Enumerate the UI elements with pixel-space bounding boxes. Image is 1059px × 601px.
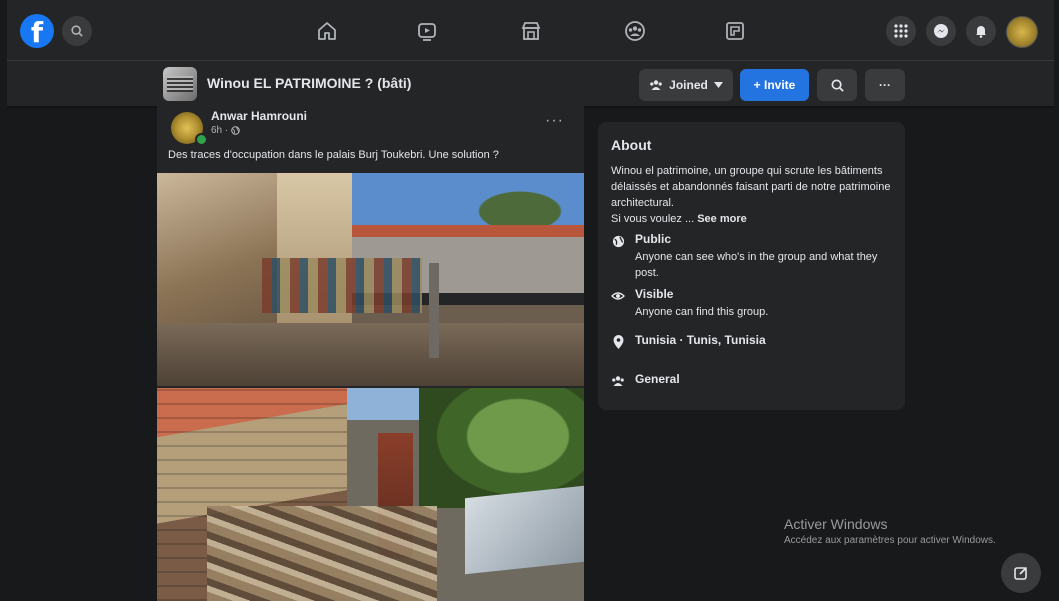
notifications-button[interactable]: [966, 16, 996, 46]
about-privacy-public: Public Anyone can see who's in the group…: [611, 232, 890, 281]
profile-avatar[interactable]: [1006, 16, 1038, 48]
watch-icon: [418, 23, 436, 41]
activation-watermark-subtitle: Accédez aux paramètres pour activer Wind…: [784, 535, 996, 546]
location-pin-icon: [613, 335, 623, 349]
eye-icon: [611, 292, 625, 300]
nav-watch[interactable]: [405, 13, 449, 49]
invite-button[interactable]: + Invite: [740, 69, 809, 101]
search-icon: [831, 79, 844, 92]
group-thumbnail[interactable]: [163, 67, 197, 101]
nav-groups[interactable]: [613, 13, 657, 49]
about-description-more: Si vous voulez ...: [611, 213, 698, 225]
notifications-icon: [976, 26, 986, 38]
members-icon: [650, 80, 662, 90]
globe-icon: [231, 126, 241, 135]
about-description-text: Winou el patrimoine, un groupe qui scrut…: [611, 165, 891, 209]
caret-down-icon: [713, 82, 723, 88]
group-header-bar: Winou EL PATRIMOINE ? (bâti) Joined + In…: [7, 61, 1054, 106]
groups-icon: [625, 21, 645, 41]
nav-marketplace[interactable]: [509, 13, 553, 49]
search-icon: [71, 25, 83, 37]
compose-icon: [1014, 566, 1028, 580]
app-window: f Winou EL PATRIMOINE ? (bâti) Joined + …: [7, 0, 1054, 601]
facebook-logo[interactable]: f: [20, 14, 54, 49]
nav-home[interactable]: [305, 13, 349, 49]
category-text: General: [635, 372, 680, 386]
visible-description: Anyone can find this group.: [635, 306, 769, 318]
post-time-text: 6h ·: [211, 125, 229, 136]
location-text[interactable]: Tunisia · Tunis, Tunisia: [635, 333, 766, 350]
menu-button[interactable]: [886, 16, 916, 46]
members-icon: [612, 376, 624, 386]
see-more-link[interactable]: See more: [697, 213, 747, 225]
marketplace-icon: [521, 22, 541, 40]
menu-grid-icon: [894, 24, 908, 38]
visible-title: Visible: [635, 287, 674, 301]
home-icon: [318, 22, 336, 40]
search-button[interactable]: [62, 16, 92, 46]
about-title: About: [611, 137, 652, 153]
about-location: Tunisia · Tunis, Tunisia: [611, 333, 766, 350]
messenger-icon: [934, 24, 948, 38]
post-options-button[interactable]: ···: [545, 112, 564, 130]
public-title: Public: [635, 232, 672, 246]
group-search-button[interactable]: [817, 69, 857, 101]
gaming-icon: [726, 22, 744, 40]
post-photo-2[interactable]: [157, 388, 584, 601]
about-visibility: Visible Anyone can find this group.: [611, 287, 890, 320]
post-card: Anwar Hamrouni 6h · ··· Des traces d'occ…: [157, 106, 584, 601]
online-status-dot: [195, 133, 208, 146]
new-message-button[interactable]: [1001, 553, 1041, 593]
about-category: General: [611, 372, 680, 389]
post-timestamp[interactable]: 6h ·: [211, 125, 241, 136]
post-author-name[interactable]: Anwar Hamrouni: [211, 109, 307, 123]
post-text: Des traces d'occupation dans le palais B…: [168, 149, 499, 161]
messenger-button[interactable]: [926, 16, 956, 46]
activation-watermark-title: Activer Windows: [784, 516, 888, 532]
about-card: About Winou el patrimoine, un groupe qui…: [598, 122, 905, 410]
about-description: Winou el patrimoine, un groupe qui scrut…: [611, 163, 896, 227]
group-more-button[interactable]: ···: [865, 69, 905, 101]
nav-gaming[interactable]: [713, 13, 757, 49]
invite-label: + Invite: [753, 78, 796, 92]
post-photo-1[interactable]: [157, 173, 584, 386]
globe-icon: [612, 235, 624, 247]
group-title[interactable]: Winou EL PATRIMOINE ? (bâti): [207, 75, 411, 91]
more-icon: ···: [879, 78, 891, 92]
joined-button[interactable]: Joined: [639, 69, 733, 101]
joined-label: Joined: [669, 78, 708, 92]
top-navigation-bar: f: [7, 0, 1054, 61]
public-description: Anyone can see who's in the group and wh…: [635, 251, 878, 279]
